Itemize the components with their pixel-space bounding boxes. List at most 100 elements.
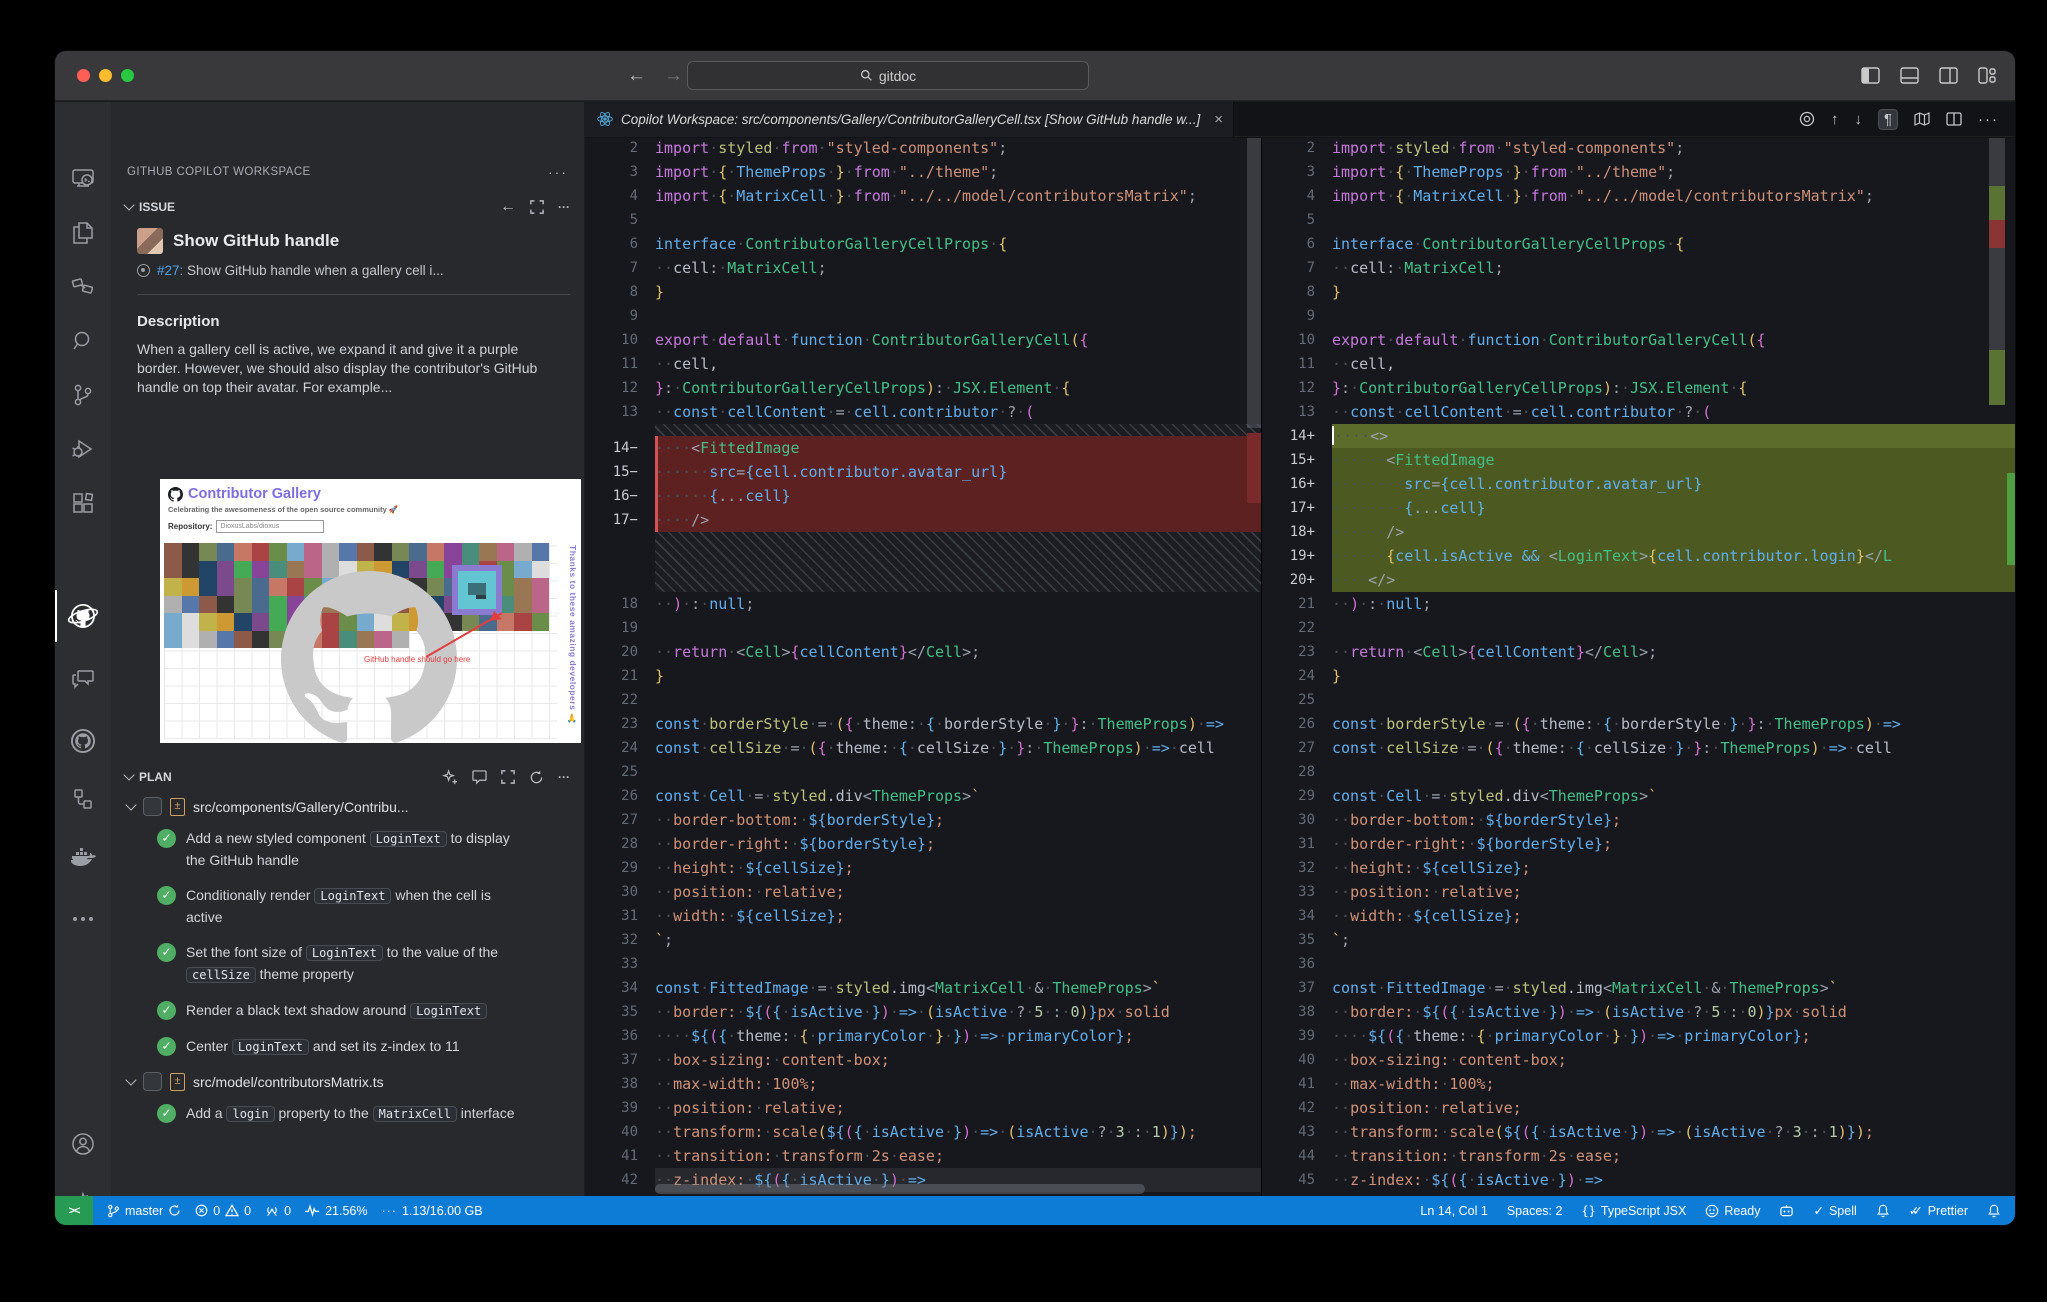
- code-line[interactable]: 20··return·<Cell>{cellContent}</Cell>;: [585, 640, 1261, 664]
- code-line[interactable]: 12}:·ContributorGalleryCellProps):·JSX.E…: [585, 376, 1261, 400]
- ports-status[interactable]: 0: [265, 1204, 291, 1218]
- code-line[interactable]: 34const·FittedImage·=·styled.img<MatrixC…: [585, 976, 1261, 1000]
- problems-status[interactable]: 0 0: [195, 1204, 251, 1218]
- code-line[interactable]: 24}: [1262, 664, 2015, 688]
- code-line[interactable]: 35··border:·${({·isActive·})·=>·(isActiv…: [585, 1000, 1261, 1024]
- prettier-status[interactable]: ✓✓Prettier: [1909, 1203, 1968, 1218]
- split-editor-icon[interactable]: [1946, 112, 1962, 126]
- code-line[interactable]: 42··position:·relative;: [1262, 1096, 2015, 1120]
- code-line[interactable]: 21}: [585, 664, 1261, 688]
- code-line[interactable]: 44··transition:·transform·2s·ease;: [1262, 1144, 2015, 1168]
- code-line[interactable]: 13··const·cellContent·=·cell.contributor…: [585, 400, 1261, 424]
- code-line[interactable]: 21··)·:·null;: [1262, 592, 2015, 616]
- right-scrollbar[interactable]: [1989, 138, 2015, 1196]
- code-line[interactable]: 10export·default·function·ContributorGal…: [585, 328, 1261, 352]
- code-line[interactable]: 15+······<FittedImage: [1262, 448, 2015, 472]
- activity-source-control[interactable]: [55, 375, 111, 415]
- activity-live-share[interactable]: [55, 267, 111, 307]
- code-line[interactable]: 9: [1262, 304, 2015, 328]
- map-icon[interactable]: [1914, 112, 1930, 126]
- toggle-sidebar-icon[interactable]: [1861, 67, 1880, 84]
- code-line[interactable]: 8}: [1262, 280, 2015, 304]
- minimize-window-button[interactable]: [99, 69, 112, 82]
- code-line[interactable]: 26const·borderStyle·=·({·theme:·{·border…: [1262, 712, 2015, 736]
- plan-checkbox[interactable]: [143, 1072, 162, 1091]
- code-line[interactable]: 40··transform:·scale(${({·isActive·})·=>…: [585, 1120, 1261, 1144]
- render-whitespace-icon[interactable]: ¶: [1878, 109, 1898, 130]
- toggle-panel-icon[interactable]: [1900, 67, 1919, 84]
- code-line[interactable]: 40··box-sizing:·content-box;: [1262, 1048, 2015, 1072]
- code-line[interactable]: 12}:·ContributorGalleryCellProps):·JSX.E…: [1262, 376, 2015, 400]
- activity-docker[interactable]: [55, 837, 111, 877]
- perf-status[interactable]: 21.56%: [305, 1204, 367, 1218]
- remote-indicator[interactable]: ><: [55, 1196, 93, 1225]
- code-line[interactable]: 3import·{·ThemeProps·}·from·"../theme";: [585, 160, 1261, 184]
- cursor-position[interactable]: Ln 14, Col 1: [1420, 1204, 1487, 1218]
- code-line[interactable]: 41··max-width:·100%;: [1262, 1072, 2015, 1096]
- code-line[interactable]: 23const·borderStyle·=·({·theme:·{·border…: [585, 712, 1261, 736]
- issue-more-icon[interactable]: ···: [558, 200, 570, 214]
- copilot-status[interactable]: Ready: [1705, 1204, 1760, 1218]
- memory-status[interactable]: ··· 1.13/16.00 GB: [381, 1204, 482, 1218]
- code-line[interactable]: 32··height:·${cellSize};: [1262, 856, 2015, 880]
- back-icon[interactable]: ←: [627, 65, 646, 87]
- plan-item[interactable]: ✓Center LoginText and set its z-index to…: [111, 1029, 584, 1065]
- code-line[interactable]: 16−······{...cell}: [585, 484, 1261, 508]
- target-icon[interactable]: [1799, 111, 1815, 127]
- command-center-search[interactable]: gitdoc: [687, 61, 1089, 90]
- issue-link[interactable]: #27: Show GitHub handle when a gallery c…: [157, 263, 444, 278]
- plan-file-group[interactable]: ±src/model/contributorsMatrix.ts: [111, 1065, 584, 1096]
- forward-icon[interactable]: →: [664, 65, 683, 87]
- plan-item[interactable]: ✓Add a login property to the MatrixCell …: [111, 1096, 584, 1132]
- left-hscrollbar[interactable]: [655, 1184, 1145, 1194]
- code-line[interactable]: 4import·{·MatrixCell·}·from·"../../model…: [585, 184, 1261, 208]
- code-line[interactable]: 19+······{cell.isActive·&&·<LoginText>{c…: [1262, 544, 2015, 568]
- prev-change-icon[interactable]: ↑: [1831, 111, 1839, 128]
- code-line[interactable]: 14+····<>: [1262, 424, 2015, 448]
- activity-more[interactable]: [55, 899, 111, 939]
- plan-item[interactable]: ✓Conditionally render LoginText when the…: [111, 878, 584, 935]
- code-line[interactable]: 45··z-index:·${({·isActive·})·=>: [1262, 1168, 2015, 1192]
- customize-layout-icon[interactable]: [1978, 67, 1997, 84]
- indentation-status[interactable]: Spaces: 2: [1507, 1204, 1563, 1218]
- code-line[interactable]: 39····${({·theme:·{·primaryColor·}·})·=>…: [1262, 1024, 2015, 1048]
- next-change-icon[interactable]: ↓: [1854, 111, 1862, 128]
- code-line[interactable]: 33: [585, 952, 1261, 976]
- code-line[interactable]: 30··border-bottom:·${borderStyle};: [1262, 808, 2015, 832]
- code-line[interactable]: 27··border-bottom:·${borderStyle};: [585, 808, 1261, 832]
- close-window-button[interactable]: [77, 69, 90, 82]
- code-line[interactable]: 16+········src={cell.contributor.avatar_…: [1262, 472, 2015, 496]
- code-line[interactable]: 7··cell:·MatrixCell;: [585, 256, 1261, 280]
- code-line[interactable]: 36····${({·theme:·{·primaryColor·}·})·=>…: [585, 1024, 1261, 1048]
- activity-run-debug[interactable]: [55, 429, 111, 469]
- code-line[interactable]: 30··position:·relative;: [585, 880, 1261, 904]
- code-line[interactable]: 8}: [585, 280, 1261, 304]
- plan-more-icon[interactable]: ···: [558, 770, 570, 784]
- code-line[interactable]: 32`;: [585, 928, 1261, 952]
- code-line[interactable]: 13··const·cellContent·=·cell.contributor…: [1262, 400, 2015, 424]
- code-line[interactable]: 37const·FittedImage·=·styled.img<MatrixC…: [1262, 976, 2015, 1000]
- arrow-left-icon[interactable]: ←: [500, 198, 516, 216]
- language-mode[interactable]: {} TypeScript JSX: [1581, 1204, 1686, 1218]
- activity-search[interactable]: [55, 321, 111, 361]
- code-line[interactable]: 17−····/>: [585, 508, 1261, 532]
- code-line[interactable]: 26const·Cell·=·styled.div<ThemeProps>`: [585, 784, 1261, 808]
- code-line[interactable]: 15−······src={cell.contributor.avatar_ur…: [585, 460, 1261, 484]
- code-line[interactable]: 38··border:·${({·isActive·})·=>·(isActiv…: [1262, 1000, 2015, 1024]
- code-line[interactable]: 2import·styled·from·"styled-components";: [1262, 138, 2015, 160]
- bell-icon[interactable]: [1987, 1204, 2001, 1218]
- code-line[interactable]: 18+······/>: [1262, 520, 2015, 544]
- code-line[interactable]: 2import·styled·from·"styled-components";: [585, 138, 1261, 160]
- code-line[interactable]: 43··transform:·scale(${({·isActive·})·=>…: [1262, 1120, 2015, 1144]
- code-line[interactable]: 33··position:·relative;: [1262, 880, 2015, 904]
- activity-extensions[interactable]: [55, 483, 111, 523]
- code-line[interactable]: 35`;: [1262, 928, 2015, 952]
- code-line[interactable]: 18··)·:·null;: [585, 592, 1261, 616]
- code-line[interactable]: 22: [585, 688, 1261, 712]
- code-line[interactable]: 22: [1262, 616, 2015, 640]
- plan-checkbox[interactable]: [143, 797, 162, 816]
- activity-explorer[interactable]: [55, 213, 111, 253]
- code-line[interactable]: 37··box-sizing:·content-box;: [585, 1048, 1261, 1072]
- code-line[interactable]: 14−····<FittedImage: [585, 436, 1261, 460]
- code-line[interactable]: 25: [1262, 688, 2015, 712]
